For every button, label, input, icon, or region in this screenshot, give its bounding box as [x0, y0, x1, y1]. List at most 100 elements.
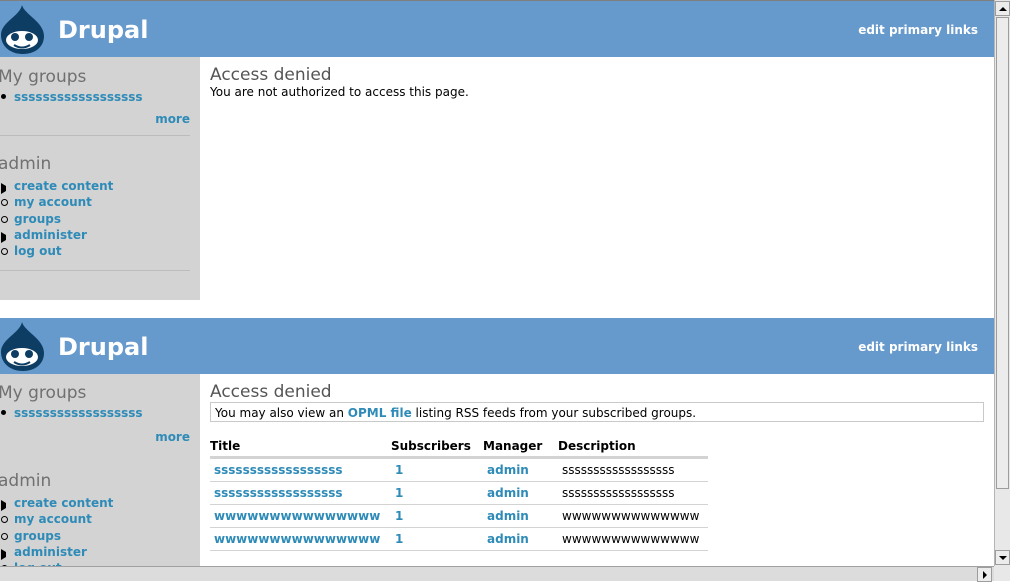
- vertical-scroll-thumb[interactable]: [996, 17, 1009, 489]
- groups-link[interactable]: groups: [14, 212, 61, 226]
- admin-menu: create content my account groups adminis…: [0, 495, 113, 566]
- my-groups-list: ssssssssssssssssss: [0, 89, 143, 105]
- page-title: Access denied: [210, 65, 332, 85]
- scroll-right-button[interactable]: [977, 567, 992, 582]
- create-content-link[interactable]: create content: [14, 179, 113, 193]
- menu-item-my-account[interactable]: my account: [0, 511, 113, 527]
- bullet-icon: [1, 94, 6, 99]
- column-header-title[interactable]: Title: [210, 438, 391, 459]
- drupal-logo-icon[interactable]: [0, 4, 48, 54]
- edit-primary-links[interactable]: edit primary links: [858, 340, 978, 354]
- group-description: wwwwwwwwwwwwww: [558, 504, 708, 528]
- opml-notice: You may also view an OPML file listing R…: [210, 402, 984, 422]
- column-header-subscribers[interactable]: Subscribers: [391, 438, 483, 459]
- menu-item-administer[interactable]: administer: [0, 227, 113, 243]
- access-denied-message: You are not authorized to access this pa…: [210, 85, 469, 99]
- vertical-scrollbar[interactable]: [994, 0, 1010, 566]
- sidebar: My groups ssssssssssssssssss more admin …: [0, 374, 200, 566]
- column-header-description[interactable]: Description: [558, 438, 708, 459]
- my-groups-title: My groups: [0, 383, 87, 403]
- menu-item-create-content[interactable]: create content: [0, 178, 113, 194]
- admin-menu: create content my account groups adminis…: [0, 178, 113, 259]
- list-item[interactable]: ssssssssssssssssss: [0, 89, 143, 105]
- collapsed-arrow-icon: [1, 500, 11, 511]
- menu-item-administer[interactable]: administer: [0, 544, 113, 560]
- admin-title: admin: [0, 154, 52, 174]
- subscribers-link[interactable]: 1: [395, 463, 403, 477]
- my-account-link[interactable]: my account: [14, 195, 92, 209]
- screenshot-panel-top: Drupal edit primary links My groups ssss…: [0, 1, 994, 300]
- notice-prefix: You may also view an: [215, 406, 344, 420]
- arrow-up-icon: [998, 6, 1007, 11]
- group-title-link[interactable]: wwwwwwwwwwwwwww: [214, 532, 380, 546]
- create-content-link[interactable]: create content: [14, 496, 113, 510]
- divider: [0, 270, 190, 271]
- menu-item-groups[interactable]: groups: [0, 211, 113, 227]
- leaf-bullet-icon: [1, 199, 8, 207]
- admin-title: admin: [0, 471, 52, 491]
- table-row: ssssssssssssssssss 1 admin sssssssssssss…: [210, 481, 708, 505]
- sidebar: My groups ssssssssssssssssss more admin …: [0, 57, 200, 300]
- bullet-icon: [1, 410, 6, 415]
- menu-item-create-content[interactable]: create content: [0, 495, 113, 511]
- group-description: ssssssssssssssssss: [558, 481, 708, 505]
- menu-item-my-account[interactable]: my account: [0, 194, 113, 210]
- manager-link[interactable]: admin: [487, 509, 529, 523]
- site-name[interactable]: Drupal: [58, 16, 148, 44]
- notice-suffix: listing RSS feeds from your subscribed g…: [415, 406, 697, 420]
- screenshot-panel-bottom: Drupal edit primary links My groups ssss…: [0, 318, 994, 566]
- column-header-manager[interactable]: Manager: [483, 438, 558, 459]
- manager-link[interactable]: admin: [487, 532, 529, 546]
- table-header-row: Title Subscribers Manager Description: [210, 438, 708, 459]
- leaf-bullet-icon: [1, 516, 8, 524]
- drupal-logo-icon[interactable]: [0, 321, 48, 371]
- leaf-bullet-icon: [1, 532, 8, 540]
- scroll-up-button[interactable]: [995, 1, 1010, 16]
- my-account-link[interactable]: my account: [14, 512, 92, 526]
- window-edge: [1010, 0, 1024, 581]
- horizontal-scrollbar[interactable]: [0, 566, 994, 582]
- scroll-down-button[interactable]: [995, 550, 1010, 565]
- group-title-link[interactable]: wwwwwwwwwwwwwww: [214, 509, 380, 523]
- administer-link[interactable]: administer: [14, 545, 87, 559]
- site-name[interactable]: Drupal: [58, 333, 148, 361]
- groups-link[interactable]: groups: [14, 529, 61, 543]
- administer-link[interactable]: administer: [14, 228, 87, 242]
- more-link[interactable]: more: [155, 430, 190, 444]
- manager-link[interactable]: admin: [487, 486, 529, 500]
- group-link[interactable]: ssssssssssssssssss: [14, 406, 143, 420]
- my-groups-title: My groups: [0, 67, 87, 87]
- group-description: wwwwwwwwwwwwww: [558, 527, 708, 551]
- subscribers-link[interactable]: 1: [395, 509, 403, 523]
- page-title: Access denied: [210, 382, 332, 402]
- more-link[interactable]: more: [155, 112, 190, 126]
- leaf-bullet-icon: [1, 215, 8, 223]
- opml-file-link[interactable]: OPML file: [348, 406, 412, 420]
- arrow-down-icon: [998, 555, 1007, 560]
- panel-separator: [0, 300, 994, 318]
- list-item[interactable]: ssssssssssssssssss: [0, 405, 143, 421]
- log-out-link[interactable]: log out: [14, 244, 62, 258]
- group-link[interactable]: ssssssssssssssssss: [14, 90, 143, 104]
- manager-link[interactable]: admin: [487, 463, 529, 477]
- site-header: Drupal edit primary links: [0, 1, 994, 57]
- subscribers-link[interactable]: 1: [395, 532, 403, 546]
- menu-item-groups[interactable]: groups: [0, 528, 113, 544]
- main-content: Access denied: [210, 382, 994, 402]
- table-row: ssssssssssssssssss 1 admin sssssssssssss…: [210, 457, 708, 482]
- collapsed-arrow-icon: [1, 231, 11, 243]
- group-title-link[interactable]: ssssssssssssssssss: [214, 463, 343, 477]
- group-description: ssssssssssssssssss: [558, 457, 708, 482]
- edit-primary-links[interactable]: edit primary links: [858, 23, 978, 37]
- collapsed-arrow-icon: [1, 183, 11, 194]
- divider: [0, 135, 190, 136]
- arrow-right-icon: [982, 570, 987, 579]
- group-title-link[interactable]: ssssssssssssssssss: [214, 486, 343, 500]
- scrollbar-corner: [994, 566, 1010, 581]
- subscribers-link[interactable]: 1: [395, 486, 403, 500]
- main-content: Access denied You are not authorized to …: [210, 65, 994, 99]
- table-row: wwwwwwwwwwwwwww 1 admin wwwwwwwwwwwwww: [210, 504, 708, 528]
- table-row: wwwwwwwwwwwwwww 1 admin wwwwwwwwwwwwww: [210, 527, 708, 551]
- leaf-bullet-icon: [1, 248, 8, 256]
- menu-item-log-out[interactable]: log out: [0, 243, 113, 259]
